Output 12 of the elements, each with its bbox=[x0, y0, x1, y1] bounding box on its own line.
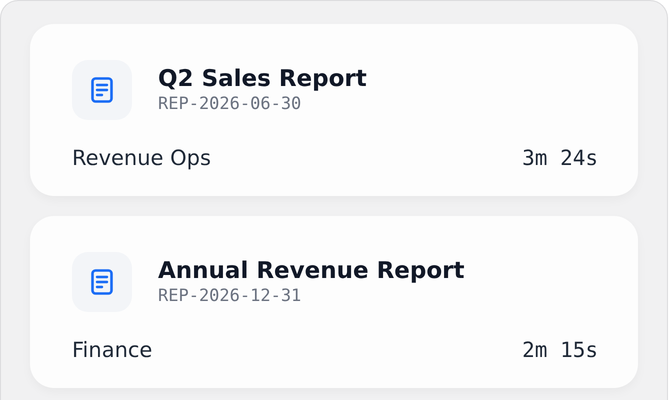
report-code: REP-2026-06-30 bbox=[158, 93, 302, 115]
team-name: Revenue Ops bbox=[72, 146, 211, 170]
document-icon bbox=[72, 252, 132, 312]
report-title: Annual Revenue Report bbox=[158, 257, 465, 285]
document-icon bbox=[72, 60, 132, 120]
team-name: Finance bbox=[72, 338, 152, 362]
report-card[interactable]: Q2 Sales Report REP-2026-06-30 Revenue Ops 3m 24s bbox=[30, 24, 638, 196]
duration-text: 2m 15s bbox=[522, 338, 598, 362]
report-title: Q2 Sales Report bbox=[158, 65, 367, 93]
report-card[interactable]: Annual Revenue Report REP-2026-12-31 Finance 2m 15s bbox=[30, 216, 638, 388]
report-code: REP-2026-12-31 bbox=[158, 285, 302, 307]
duration-text: 3m 24s bbox=[522, 146, 598, 170]
